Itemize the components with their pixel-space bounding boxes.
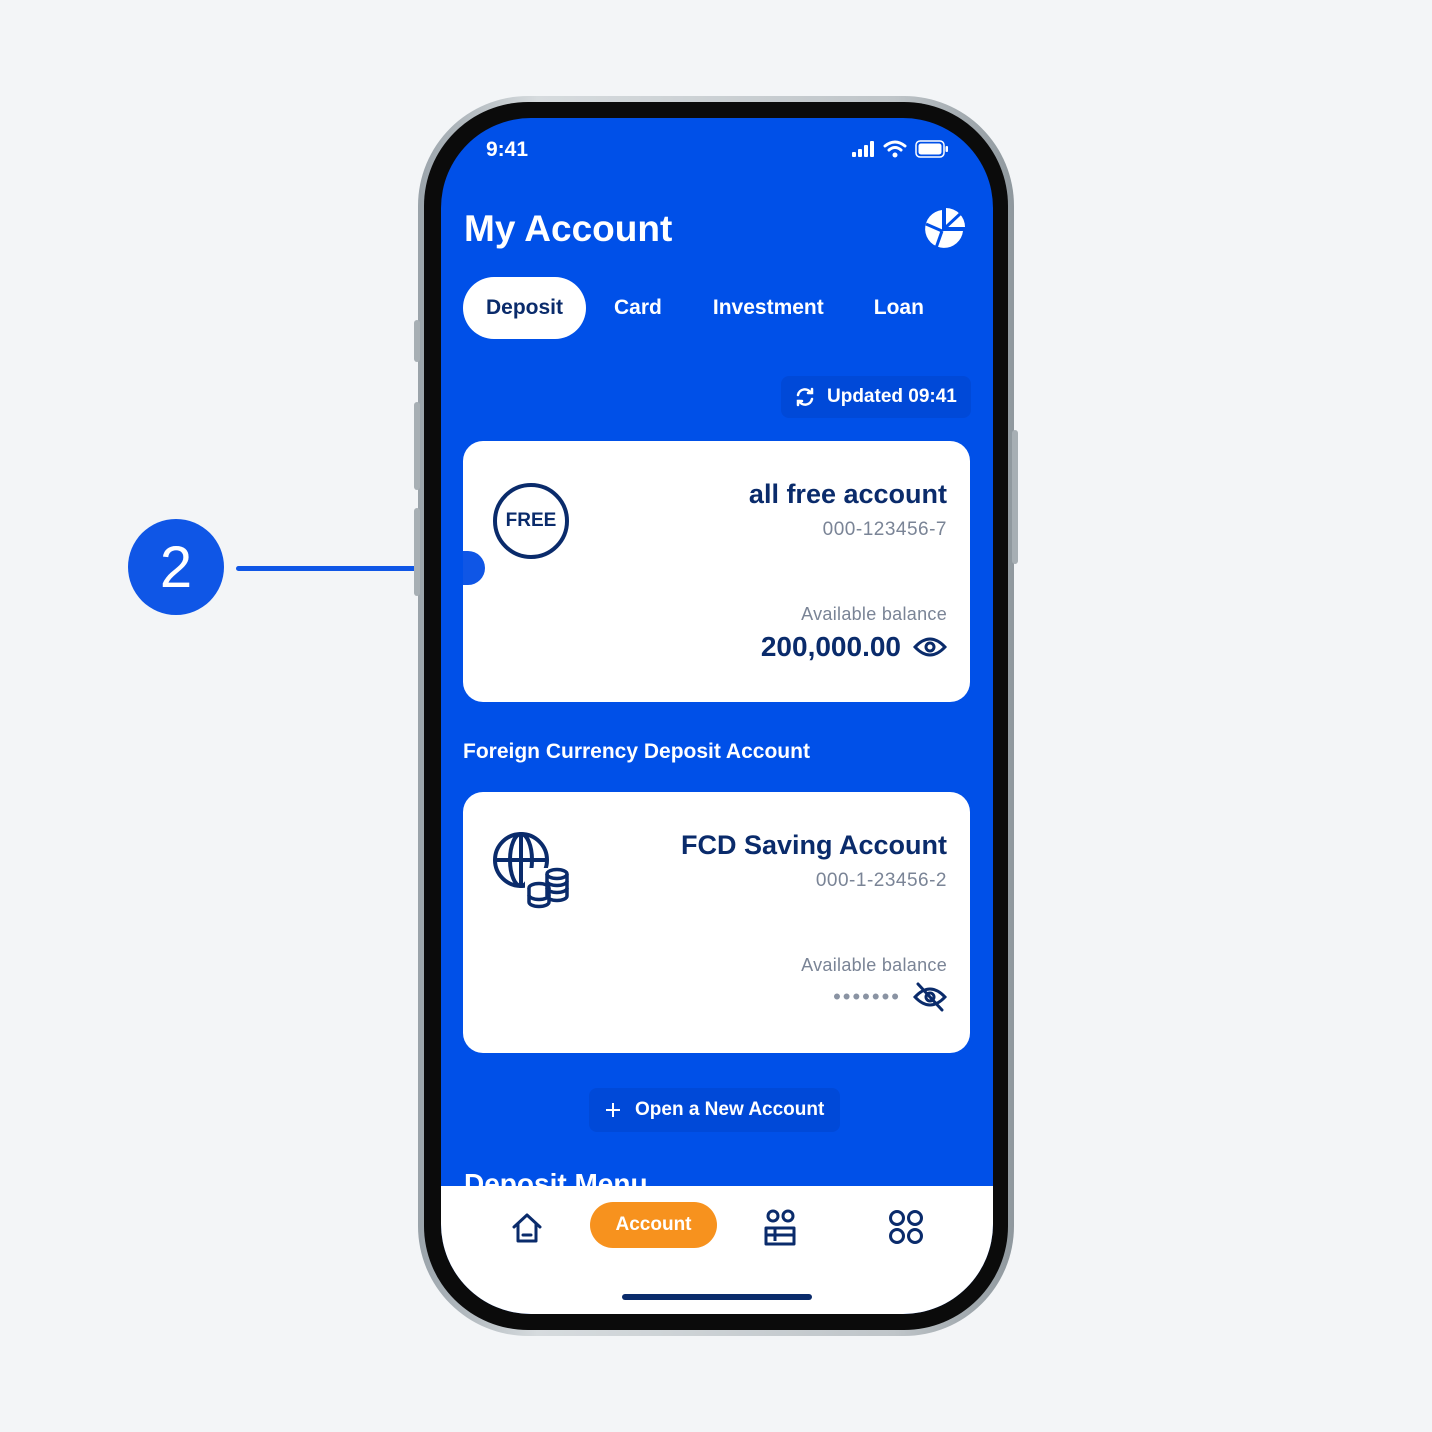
more-apps-icon[interactable] <box>887 1208 925 1246</box>
refresh-button[interactable]: Updated 09:41 <box>781 376 971 418</box>
eye-off-icon[interactable] <box>913 982 947 1012</box>
signal-icon <box>852 141 874 157</box>
status-icons <box>851 140 949 158</box>
bottom-nav: Account <box>441 1186 993 1314</box>
account-type-tabs: Deposit Card Investment Loan <box>463 277 951 339</box>
tab-deposit[interactable]: Deposit <box>463 277 587 339</box>
account-number: 000-123456-7 <box>822 519 947 540</box>
account-name: FCD Saving Account <box>680 830 947 860</box>
tab-investment[interactable]: Investment <box>690 277 847 339</box>
power-button <box>1012 430 1018 564</box>
eye-icon[interactable] <box>913 635 947 659</box>
status-time: 9:41 <box>486 138 529 161</box>
balance-label: Available balance <box>801 955 947 975</box>
balance-amount: 200,000.00 <box>760 631 901 662</box>
volume-up-button <box>414 402 420 490</box>
battery-icon <box>915 140 948 158</box>
balance-hidden: ••••••• <box>833 984 901 1009</box>
balance-label: Available balance <box>801 604 947 624</box>
open-new-account-label: Open a New Account <box>635 1099 825 1120</box>
section-title-foreign: Foreign Currency Deposit Account <box>463 740 810 763</box>
pie-chart-icon[interactable] <box>922 207 966 251</box>
tab-loan[interactable]: Loan <box>847 277 951 339</box>
wifi-icon <box>883 140 907 158</box>
volume-down-button <box>414 508 420 596</box>
updated-timestamp: Updated 09:41 <box>827 386 957 407</box>
app-screen: 9:41 My Account Deposit Card Investment … <box>441 118 993 1314</box>
nav-account-button[interactable]: Account <box>590 1202 717 1248</box>
balance-row: ••••••• <box>833 982 947 1012</box>
account-name: all free account <box>748 479 947 509</box>
page-title: My Account <box>464 208 673 249</box>
services-icon[interactable] <box>761 1208 799 1246</box>
tab-card[interactable]: Card <box>586 277 690 339</box>
mute-switch <box>414 320 420 362</box>
globe-coins-icon <box>493 832 571 910</box>
callout-number-badge: 2 <box>128 519 224 615</box>
balance-row: 200,000.00 <box>761 631 947 663</box>
account-card-all-free[interactable]: FREE all free account 000-123456-7 Avail… <box>463 441 970 702</box>
home-icon[interactable] <box>509 1210 545 1246</box>
refresh-icon <box>796 387 814 407</box>
free-badge-icon: FREE <box>493 483 569 559</box>
status-bar: 9:41 <box>441 118 993 188</box>
home-indicator <box>622 1294 812 1300</box>
plus-icon <box>606 1103 620 1117</box>
account-number: 000-1-23456-2 <box>815 870 947 891</box>
open-new-account-button[interactable]: Open a New Account <box>589 1088 841 1132</box>
account-card-fcd[interactable]: FCD Saving Account 000-1-23456-2 Availab… <box>463 792 970 1053</box>
